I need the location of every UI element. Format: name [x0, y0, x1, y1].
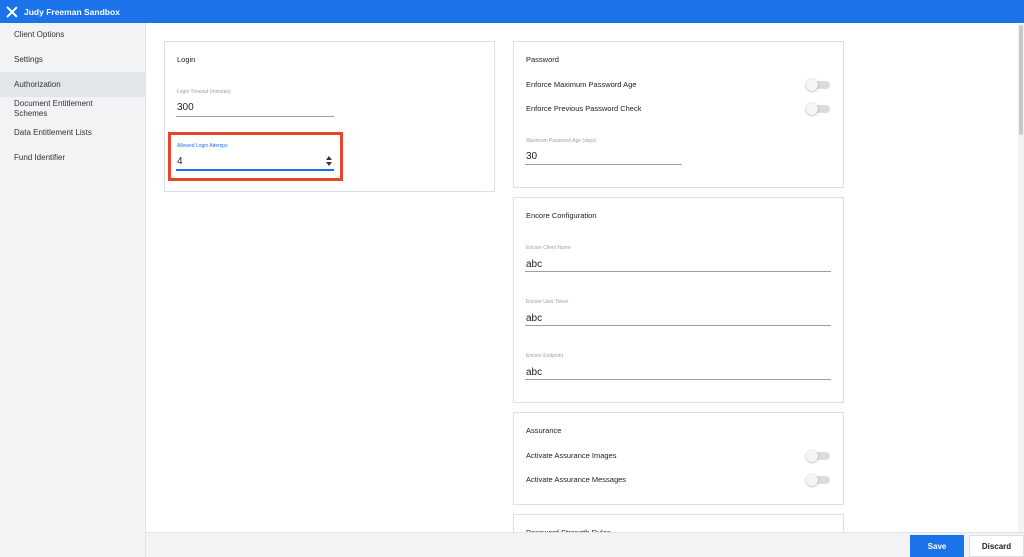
toggle-knob [806, 474, 818, 486]
max-password-age-underline [525, 164, 682, 165]
login-timeout-label: Login Timeout (minutes) [177, 89, 231, 95]
enforce-max-password-age-label: Enforce Maximum Password Age [526, 80, 637, 89]
footer-bar [146, 532, 1024, 557]
max-password-age-label: Maximum Password Age (days) [526, 138, 597, 144]
number-spinner[interactable] [326, 156, 332, 168]
encore-card-title: Encore Configuration [526, 211, 597, 220]
activate-assurance-images-label: Activate Assurance Images [526, 451, 617, 460]
login-timeout-input[interactable]: 300 [177, 102, 194, 113]
enforce-previous-password-toggle[interactable] [806, 103, 830, 115]
spinner-up-icon[interactable] [326, 156, 332, 160]
encore-endpoint-underline [525, 379, 831, 380]
scrollbar-thumb[interactable] [1019, 25, 1023, 135]
discard-button[interactable]: Discard [969, 535, 1024, 557]
sidebar-item-document-entitlement-schemes[interactable]: Document Entitlement Schemes [0, 99, 120, 119]
encore-client-name-input[interactable]: abc [526, 259, 542, 270]
sidebar-item-settings[interactable]: Settings [0, 55, 146, 65]
encore-client-name-underline [525, 271, 831, 272]
scrollbar[interactable] [1018, 23, 1024, 532]
login-card-title: Login [177, 55, 196, 64]
encore-user-token-underline [525, 325, 831, 326]
max-password-age-input[interactable]: 30 [526, 151, 537, 162]
activate-assurance-messages-toggle[interactable] [806, 474, 830, 486]
allowed-login-attempts-underline [176, 169, 334, 171]
encore-endpoint-label: Encore Endpoint [526, 353, 563, 359]
encore-user-token-input[interactable]: abc [526, 313, 542, 324]
sidebar-item-authorization[interactable]: Authorization [0, 72, 146, 97]
save-button[interactable]: Save [910, 535, 964, 557]
toggle-knob [806, 79, 818, 91]
login-timeout-underline [176, 116, 334, 117]
encore-user-token-label: Encore User Token [526, 299, 569, 305]
toggle-knob [806, 103, 818, 115]
activate-assurance-images-toggle[interactable] [806, 450, 830, 462]
encore-endpoint-input[interactable]: abc [526, 367, 542, 378]
assurance-card-title: Assurance [526, 426, 562, 435]
title-bar: Judy Freeman Sandbox [0, 0, 1024, 23]
highlight-box [168, 132, 343, 181]
enforce-previous-password-label: Enforce Previous Password Check [526, 104, 642, 113]
enforce-max-password-age-toggle[interactable] [806, 79, 830, 91]
sidebar: Client Options Settings Authorization Do… [0, 23, 146, 557]
sidebar-item-fund-identifier[interactable]: Fund Identifier [0, 153, 146, 163]
allowed-login-attempts-label: Allowed Login Attemps [177, 143, 228, 149]
sidebar-item-data-entitlement-lists[interactable]: Data Entitlement Lists [0, 128, 146, 138]
close-icon[interactable] [6, 6, 18, 18]
password-card-title: Password [526, 55, 559, 64]
allowed-login-attempts-input[interactable]: 4 [177, 156, 183, 167]
toggle-knob [806, 450, 818, 462]
spinner-down-icon[interactable] [326, 162, 332, 166]
sidebar-item-client-options[interactable]: Client Options [0, 30, 146, 40]
password-card [513, 41, 844, 188]
window-title: Judy Freeman Sandbox [24, 6, 120, 17]
activate-assurance-messages-label: Activate Assurance Messages [526, 475, 627, 484]
encore-client-name-label: Encore Client Name [526, 245, 571, 251]
